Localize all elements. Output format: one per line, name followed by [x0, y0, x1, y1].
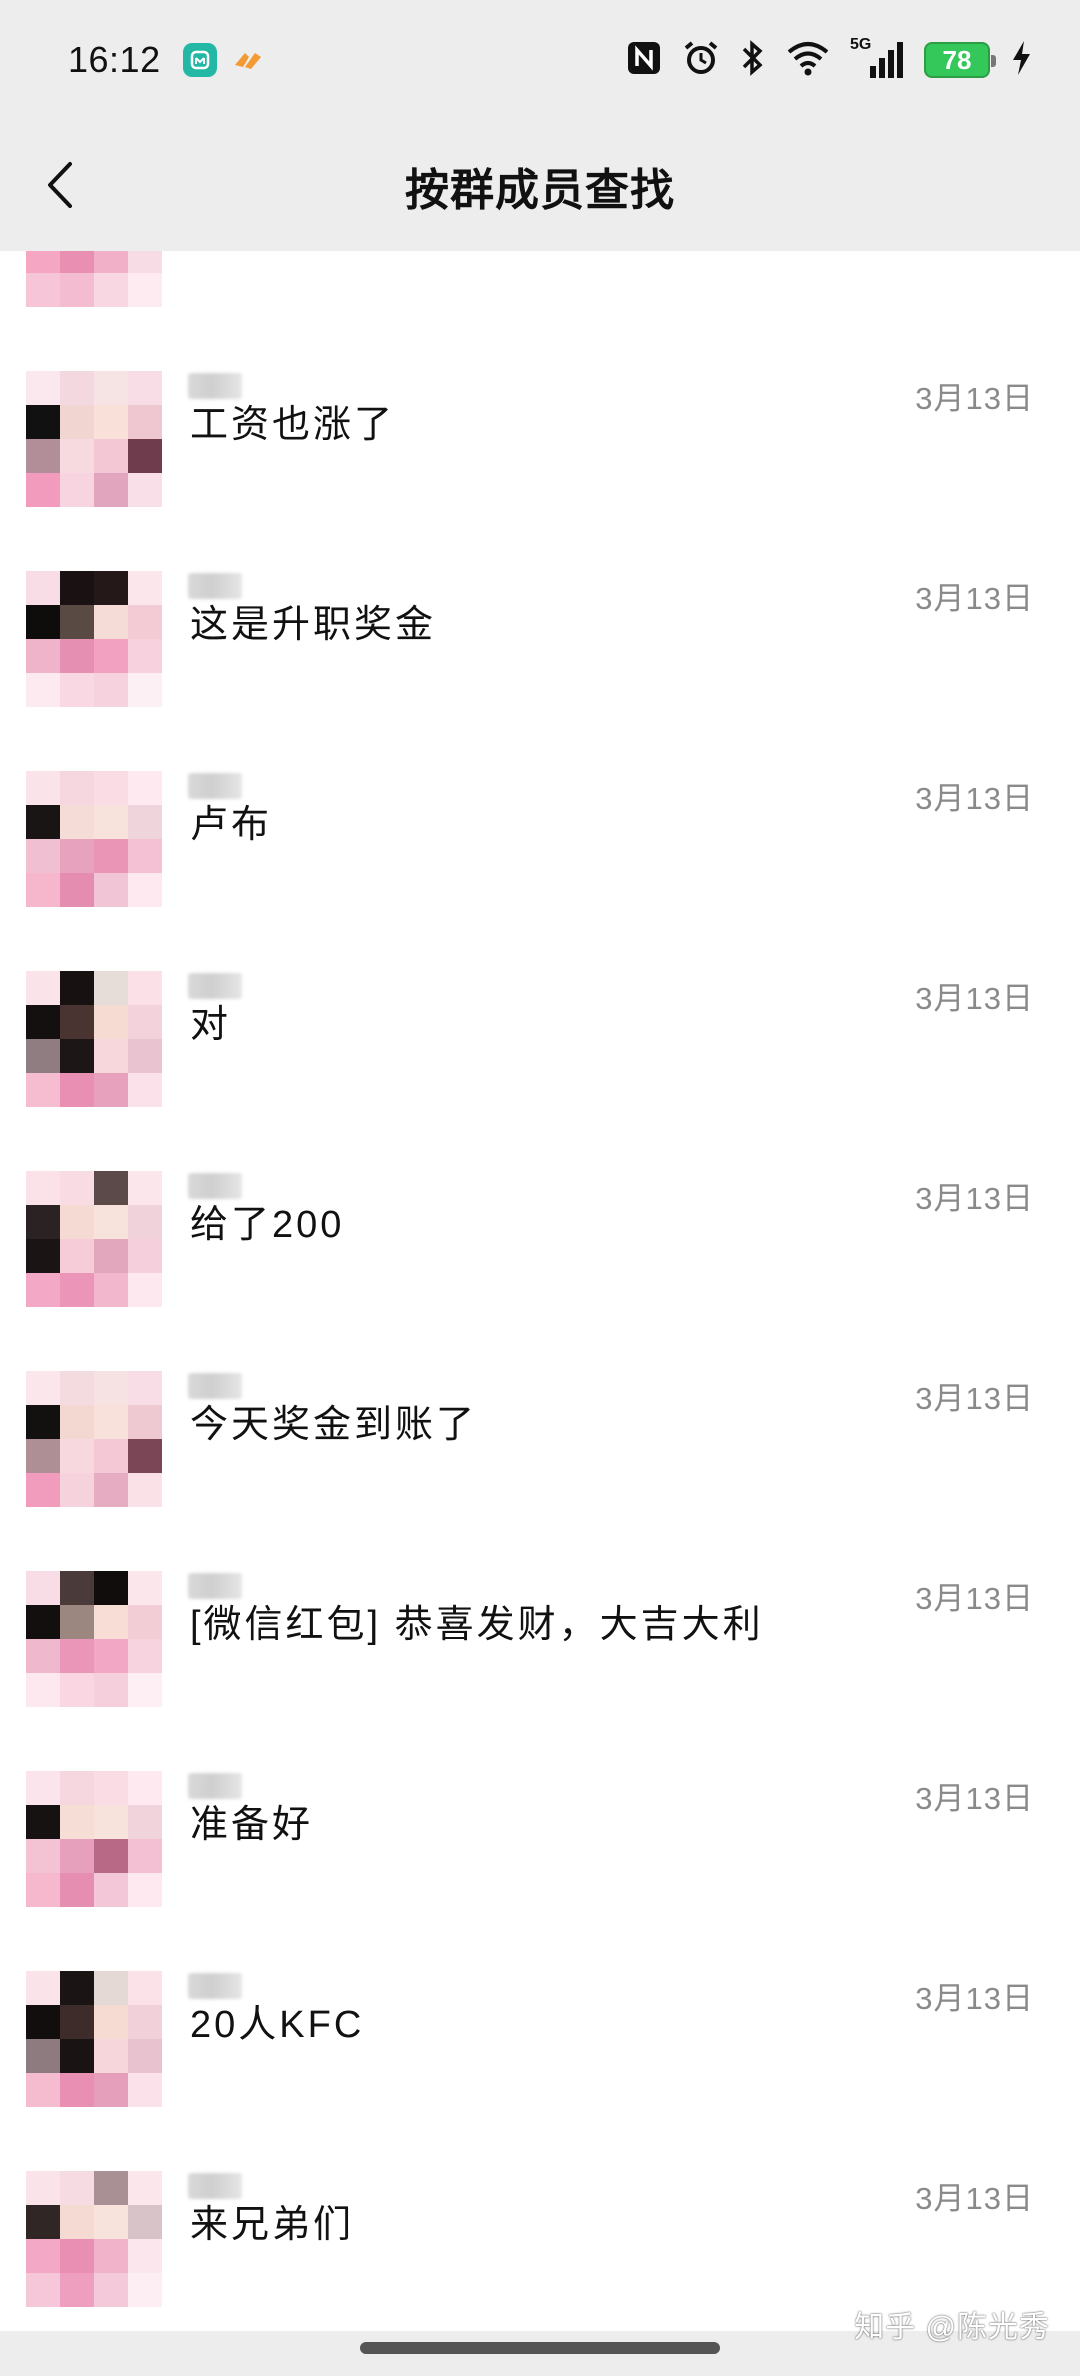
avatar[interactable]	[26, 371, 162, 507]
message-text: 来兄弟们	[190, 2204, 355, 2246]
message-text: 工资也涨了	[190, 404, 396, 446]
message-date: 3月13日	[915, 1781, 1034, 1816]
message-date: 3月13日	[915, 581, 1034, 616]
avatar[interactable]	[26, 971, 162, 1107]
list-inner: 原来20w工资也涨了3月13日这是升职奖金3月13日卢布3月13日对3月13日给…	[0, 251, 1080, 2321]
avatar[interactable]	[26, 2171, 162, 2307]
message-date: 3月13日	[915, 781, 1034, 816]
sender-name-blurred	[188, 373, 242, 399]
message-text: 卢布	[190, 804, 273, 846]
sender-name-blurred	[188, 973, 242, 999]
message-date: 3月13日	[915, 1181, 1034, 1216]
avatar[interactable]	[26, 1571, 162, 1707]
list-item[interactable]: 原来20w	[0, 251, 1080, 321]
avatar[interactable]	[26, 251, 162, 307]
message-date: 3月13日	[915, 981, 1034, 1016]
message-text: [微信红包] 恭喜发财，大吉大利	[190, 1604, 764, 1646]
list-item[interactable]: 工资也涨了 3月13日	[0, 321, 1080, 521]
avatar[interactable]	[26, 1771, 162, 1907]
sender-name-blurred	[188, 773, 242, 799]
message-text: 这是升职奖金	[190, 604, 437, 646]
avatar[interactable]	[26, 1171, 162, 1307]
avatar[interactable]	[26, 571, 162, 707]
alarm-icon	[682, 39, 720, 82]
page-title: 按群成员查找	[405, 165, 675, 215]
home-indicator[interactable]	[360, 2342, 720, 2354]
bluetooth-icon	[740, 39, 766, 82]
sender-name-blurred	[188, 1773, 242, 1799]
list-item[interactable]: 来兄弟们 3月13日	[0, 2121, 1080, 2321]
message-text: 对	[190, 1004, 232, 1046]
list-item[interactable]: [微信红包] 恭喜发财，大吉大利 3月13日	[0, 1521, 1080, 1721]
list-item[interactable]: 这是升职奖金 3月13日	[0, 521, 1080, 721]
nfc-icon	[626, 40, 662, 81]
mi-home-app-icon	[182, 43, 217, 77]
sender-name-blurred	[188, 1973, 242, 1999]
message-date: 3月13日	[915, 1981, 1034, 2016]
nav-bar: 按群成员查找	[0, 120, 1080, 251]
list-item[interactable]: 对 3月13日	[0, 921, 1080, 1121]
message-date: 3月13日	[915, 1581, 1034, 1616]
watermark: 知乎 @陈光秀	[854, 2311, 1050, 2344]
battery-indicator: 78	[924, 42, 996, 78]
sender-name-blurred	[188, 573, 242, 599]
list-item[interactable]: 准备好 3月13日	[0, 1721, 1080, 1921]
taobao-app-icon	[231, 43, 265, 77]
avatar[interactable]	[26, 1971, 162, 2107]
message-date: 3月13日	[915, 381, 1034, 416]
signal-icon: 5G	[850, 36, 904, 80]
status-time: 16:12	[68, 39, 161, 80]
message-date: 3月13日	[915, 1381, 1034, 1416]
avatar[interactable]	[26, 1371, 162, 1507]
message-text: 准备好	[190, 1804, 314, 1846]
message-text: 20人KFC	[190, 2004, 365, 2046]
sender-name-blurred	[188, 1573, 242, 1599]
screen: 16:12 5G 78 按群成员查找 工资也涨了 3月13日 这是升职奖金 3月…	[0, 0, 1080, 2376]
status-bar: 16:12 5G 78	[0, 0, 1080, 120]
list-item[interactable]: 今天奖金到账了 3月13日	[0, 1321, 1080, 1521]
member-message-list[interactable]: 原来20w工资也涨了3月13日这是升职奖金3月13日卢布3月13日对3月13日给…	[0, 251, 1080, 2331]
charging-icon	[1010, 39, 1032, 82]
sender-name-blurred	[188, 2173, 242, 2199]
back-button[interactable]	[36, 160, 86, 210]
message-text: 今天奖金到账了	[190, 1404, 478, 1446]
sender-name-blurred	[188, 1373, 242, 1399]
avatar[interactable]	[26, 771, 162, 907]
wifi-icon	[786, 40, 830, 81]
list-item[interactable]: 20人KFC 3月13日	[0, 1921, 1080, 2121]
message-date: 3月13日	[915, 2181, 1034, 2216]
chevron-left-icon	[48, 162, 72, 208]
list-item[interactable]: 给了200 3月13日	[0, 1121, 1080, 1321]
message-text: 给了200	[190, 1204, 345, 1246]
notification-icons	[182, 43, 265, 77]
status-right: 5G 78	[626, 36, 1032, 82]
sender-name-blurred	[188, 1173, 242, 1199]
list-item[interactable]: 卢布 3月13日	[0, 721, 1080, 921]
